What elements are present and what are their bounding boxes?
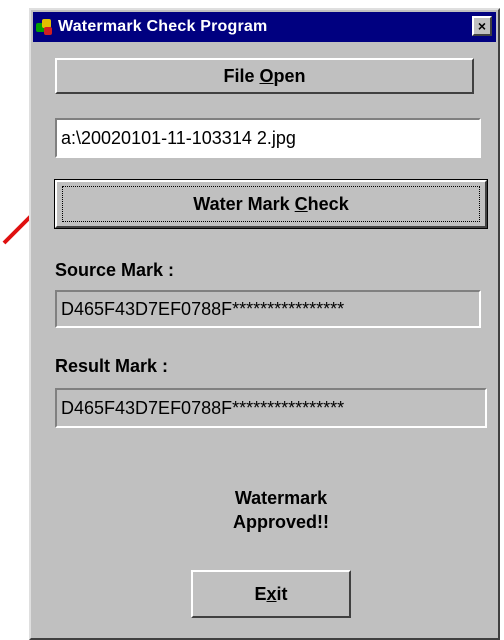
status-line-2: Approved!! bbox=[233, 512, 329, 532]
exit-button[interactable]: Exit bbox=[191, 570, 351, 618]
close-button[interactable]: × bbox=[472, 16, 492, 36]
watermark-check-window: Watermark Check Program × File Open a:\2… bbox=[29, 8, 500, 640]
window-title: Watermark Check Program bbox=[58, 18, 268, 35]
file-path-field[interactable]: a:\20020101-11-103314 2.jpg bbox=[55, 118, 481, 158]
result-mark-label: Result Mark : bbox=[55, 356, 169, 376]
result-mark-field: D465F43D7EF0788F**************** bbox=[55, 388, 487, 428]
close-icon: × bbox=[477, 18, 487, 34]
title-bar[interactable]: Watermark Check Program × bbox=[33, 12, 496, 42]
water-mark-check-button[interactable]: Water Mark Check bbox=[54, 179, 488, 229]
source-mark-field: D465F43D7EF0788F**************** bbox=[55, 290, 481, 328]
status-line-1: Watermark bbox=[234, 488, 328, 508]
source-mark-label: Source Mark : bbox=[55, 260, 175, 280]
exit-label: Exit bbox=[254, 583, 288, 604]
status-message: Watermark Approved!! bbox=[181, 486, 381, 534]
file-open-button[interactable]: File Open bbox=[55, 58, 474, 94]
water-mark-check-label: Water Mark Check bbox=[193, 193, 349, 214]
file-open-label: File Open bbox=[223, 65, 306, 86]
app-icon[interactable] bbox=[36, 18, 54, 36]
